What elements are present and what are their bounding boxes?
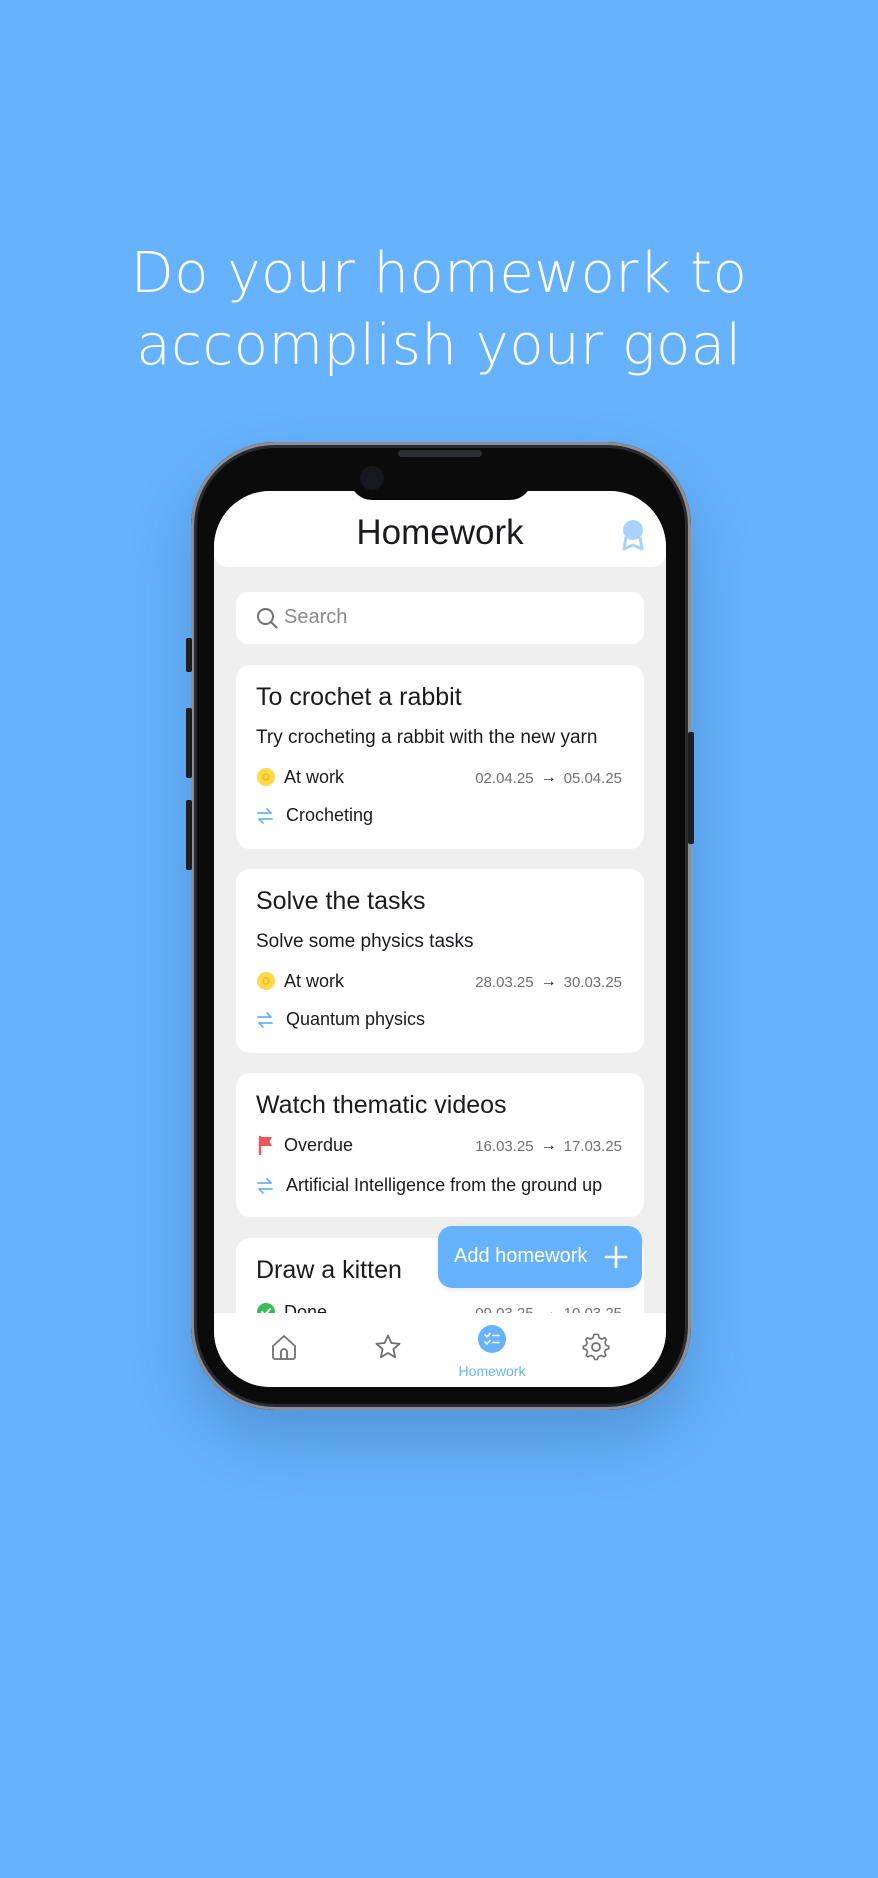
mute-switch: [186, 638, 192, 672]
subject-label: Quantum physics: [286, 1009, 426, 1029]
homework-title: To crochet a rabbit: [256, 683, 462, 711]
subject-row: Quantum physics: [256, 1009, 425, 1030]
page-title: Homework: [356, 513, 524, 552]
status-label: Overdue: [284, 1134, 354, 1155]
end-date: 05.04.25: [563, 769, 622, 787]
phone-screen: Homework Search To crochet a rabbit Try …: [214, 491, 666, 1387]
date-range: 28.03.25 → 30.03.25: [475, 973, 622, 991]
sun-icon: [257, 768, 275, 786]
status-label: At work: [284, 766, 345, 787]
swap-arrows-icon: [257, 1177, 273, 1194]
swap-arrows-icon: [257, 807, 273, 824]
arrow-right-icon: →: [540, 973, 557, 990]
start-date: 16.03.25: [475, 1137, 534, 1155]
homework-nav-badge: [478, 1325, 506, 1353]
headline-line-2: accomplish your goal: [136, 313, 742, 378]
date-range: 02.04.25 → 05.04.25: [475, 769, 622, 787]
status-label: At work: [284, 970, 345, 991]
power-button: [688, 732, 694, 844]
homework-checklist-icon: [484, 1332, 500, 1345]
nav-item-home[interactable]: [232, 1313, 336, 1387]
sun-icon: [257, 972, 275, 990]
medal-icon[interactable]: [620, 519, 646, 551]
subject-label: Artificial Intelligence from the ground …: [286, 1175, 603, 1195]
date-range: 16.03.25 → 17.03.25: [475, 1137, 622, 1155]
start-date: 28.03.25: [475, 973, 534, 991]
homework-description: Try crocheting a rabbit with the new yar…: [256, 727, 598, 748]
nav-item-favorites[interactable]: [336, 1313, 440, 1387]
homework-title: Draw a kitten: [256, 1256, 402, 1284]
nav-label-homework: Homework: [458, 1363, 526, 1379]
arrow-right-icon: →: [540, 769, 557, 786]
arrow-right-icon: →: [540, 1137, 557, 1154]
start-date: 02.04.25: [475, 769, 534, 787]
home-icon: [272, 1335, 296, 1360]
app-header: Homework: [214, 491, 666, 567]
homework-title: Solve the tasks: [256, 887, 426, 915]
subject-row: Crocheting: [256, 805, 373, 826]
end-date: 30.03.25: [563, 973, 622, 991]
phone-speaker: [398, 450, 482, 457]
end-date: 17.03.25: [563, 1137, 622, 1155]
promo-headline: Do your homework to accomplish your goal: [0, 238, 878, 382]
headline-line-1: Do your homework to: [130, 241, 748, 306]
bottom-nav: Homework: [214, 1313, 666, 1387]
homework-description: Solve some physics tasks: [256, 931, 474, 952]
status-badge: At work: [256, 969, 344, 993]
plus-icon: [604, 1245, 628, 1269]
status-badge: Overdue: [256, 1133, 353, 1157]
gear-icon: [582, 1333, 610, 1361]
subject-row: Artificial Intelligence from the ground …: [256, 1175, 602, 1196]
subject-label: Crocheting: [286, 805, 374, 825]
search-input[interactable]: Search: [236, 592, 644, 644]
star-icon: [375, 1334, 401, 1359]
volume-down-button: [186, 800, 192, 870]
add-homework-label: Add homework: [454, 1245, 588, 1267]
homework-card[interactable]: Solve the tasks Solve some physics tasks…: [236, 869, 644, 1053]
search-placeholder: Search: [284, 606, 348, 628]
homework-title: Watch thematic videos: [256, 1091, 507, 1119]
search-icon: [257, 608, 278, 629]
add-homework-button[interactable]: Add homework: [438, 1226, 642, 1288]
homework-card[interactable]: Watch thematic videos Overdue 16.03.25 →…: [236, 1073, 644, 1217]
flag-icon: [258, 1135, 272, 1155]
front-camera: [360, 466, 384, 490]
nav-item-settings[interactable]: [544, 1313, 648, 1387]
volume-up-button: [186, 708, 192, 778]
homework-card[interactable]: To crochet a rabbit Try crocheting a rab…: [236, 665, 644, 849]
nav-item-homework[interactable]: Homework: [440, 1313, 544, 1387]
status-badge: At work: [256, 765, 344, 789]
swap-arrows-icon: [257, 1011, 273, 1028]
